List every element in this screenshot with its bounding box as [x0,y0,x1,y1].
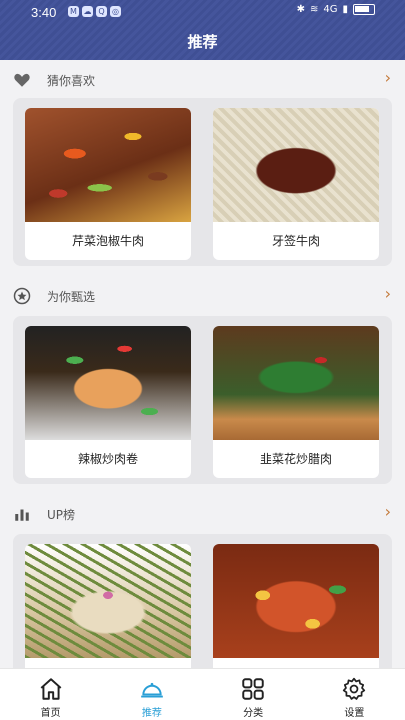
recipe-card[interactable] [213,544,379,668]
card-panel: 芹菜泡椒牛肉 牙签牛肉 [13,98,392,266]
notification-icons: M ☁ Q ◎ [68,6,121,17]
chevron-right-icon[interactable]: › [385,502,391,521]
network-label: 4G [323,4,338,15]
chevron-right-icon[interactable]: › [385,284,391,303]
recipe-card[interactable]: 辣椒炒肉卷 [25,326,191,478]
chevron-right-icon[interactable]: › [385,68,391,87]
app-icon: ◎ [110,6,121,17]
home-icon [40,678,62,700]
section-title: UP榜 [47,508,76,522]
status-right: ✱ ≋ 4G ▮ [297,4,375,15]
bar-chart-icon [15,509,29,521]
section-title: 猜你喜欢 [47,74,96,88]
star-badge-icon [13,287,31,305]
signal-icon: ▮ [342,4,348,15]
bottom-tab-bar: 首页 推荐 分类 设置 [0,668,405,720]
card-panel: 辣椒炒肉卷 韭菜花炒腊肉 [13,316,392,484]
status-bar: 3:40 M ☁ Q ◎ ✱ ≋ 4G ▮ [0,0,405,24]
battery-icon [353,4,375,15]
search-app-icon: Q [96,6,107,17]
recipe-name: 韭菜花炒腊肉 [259,452,332,466]
recipe-image [213,544,379,658]
cloche-icon [141,682,163,698]
tab-recommend[interactable]: 推荐 [101,669,202,720]
page-title: 推荐 [187,33,218,51]
tab-label: 分类 [243,708,264,719]
recipe-image [25,544,191,658]
recipe-image [25,326,191,440]
tab-label: 设置 [344,708,365,719]
recipe-image [213,108,379,222]
recipe-name [25,658,191,668]
wifi-icon: ≋ [309,4,319,15]
grid-icon [242,678,264,700]
recipe-card[interactable]: 芹菜泡椒牛肉 [25,108,191,260]
tab-label: 首页 [40,708,61,719]
tab-settings[interactable]: 设置 [304,669,405,720]
tab-home[interactable]: 首页 [0,669,101,720]
heart-icon [14,73,30,87]
recipe-image [213,326,379,440]
status-time: 3:40 [31,5,57,20]
recipe-card[interactable]: 牙签牛肉 [213,108,379,260]
recipe-card[interactable]: 韭菜花炒腊肉 [213,326,379,478]
bluetooth-icon: ✱ [296,4,305,15]
section-title: 为你甄选 [47,290,96,304]
section-header-guess[interactable]: 猜你喜欢 › [0,62,405,98]
section-header-ranking[interactable]: UP榜 › [0,496,405,532]
recipe-name [213,658,379,668]
recipe-card[interactable] [25,544,191,668]
notification-icon: M [68,6,79,17]
cloud-icon: ☁ [82,6,93,17]
card-panel [13,534,392,668]
recipe-name: 芹菜泡椒牛肉 [71,234,144,248]
tab-label: 推荐 [141,708,162,719]
app-header: 3:40 M ☁ Q ◎ ✱ ≋ 4G ▮ 推荐 [0,0,405,60]
recipe-image [25,108,191,222]
recipe-name: 牙签牛肉 [271,234,320,248]
content-scroll[interactable]: 猜你喜欢 › 芹菜泡椒牛肉 牙签牛肉 为你甄选 › 辣椒炒肉卷 韭菜花炒腊肉 U… [0,60,405,668]
gear-icon [343,677,366,700]
tab-category[interactable]: 分类 [203,669,304,720]
recipe-name: 辣椒炒肉卷 [77,452,138,466]
section-header-picks[interactable]: 为你甄选 › [0,278,405,314]
